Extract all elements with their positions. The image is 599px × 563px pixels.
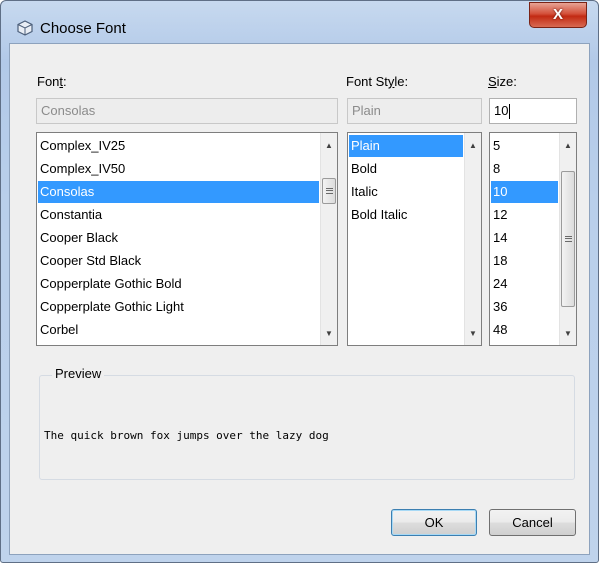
preview-text: The quick brown fox jumps over the lazy … [44,429,329,442]
scroll-down-arrow-icon[interactable]: ▼ [465,325,481,342]
font-style-list-item[interactable]: Plain [349,135,463,157]
app-cube-icon [17,20,33,36]
size-list[interactable]: 5 8 10 12 14 18 24 36 48 ▲ ▼ [489,132,577,346]
title-bar[interactable]: Choose Font X [1,1,598,43]
size-list-item[interactable]: 10 [491,181,558,203]
font-label: Font: [37,74,67,89]
choose-font-dialog: Choose Font X Font: Consolas Complex_IV2… [0,0,599,563]
font-list-item[interactable]: Cooper Black [38,227,319,249]
preview-group: Preview The quick brown fox jumps over t… [39,366,575,480]
scroll-up-arrow-icon[interactable]: ▲ [321,137,337,154]
size-list-item[interactable]: 48 [491,319,558,341]
scroll-up-arrow-icon[interactable]: ▲ [560,137,576,154]
font-style-label: Font Style: [346,74,409,89]
cancel-button[interactable]: Cancel [489,509,576,536]
font-list-item[interactable]: Complex_IV25 [38,135,319,157]
scroll-down-arrow-icon[interactable]: ▼ [560,325,576,342]
font-style-list-item[interactable]: Bold [349,158,463,180]
size-label: Size: [488,74,517,89]
size-list-item[interactable]: 18 [491,250,558,272]
close-icon: X [552,6,563,23]
font-style-list[interactable]: Plain Bold Italic Bold Italic ▲ ▼ [347,132,482,346]
size-list-item[interactable]: 14 [491,227,558,249]
style-list-scrollbar[interactable]: ▲ ▼ [464,133,481,345]
preview-legend: Preview [52,366,105,381]
size-scroll-thumb[interactable] [561,171,575,307]
font-style-list-item[interactable]: Bold Italic [349,204,463,226]
size-list-item[interactable]: 24 [491,273,558,295]
font-style-list-item[interactable]: Italic [349,181,463,203]
size-field[interactable]: 10 [489,98,577,124]
font-scroll-thumb[interactable] [322,178,336,204]
size-value: 10 [494,103,509,118]
font-style-field[interactable]: Plain [347,98,482,124]
scroll-up-arrow-icon[interactable]: ▲ [465,137,481,154]
scroll-down-arrow-icon[interactable]: ▼ [321,325,337,342]
font-name-field[interactable]: Consolas [36,98,338,124]
font-list-item[interactable]: Constantia [38,204,319,226]
dialog-body: Font: Consolas Complex_IV25 Complex_IV50 C… [9,43,590,555]
font-list-item[interactable]: Copperplate Gothic Bold [38,273,319,295]
font-list-scrollbar[interactable]: ▲ ▼ [320,133,337,345]
size-list-item[interactable]: 8 [491,158,558,180]
font-list-item[interactable]: Copperplate Gothic Light [38,296,319,318]
size-list-scrollbar[interactable]: ▲ ▼ [559,133,576,345]
close-button[interactable]: X [529,2,587,28]
font-list-item[interactable]: Corbel [38,319,319,341]
font-list[interactable]: Complex_IV25 Complex_IV50 Consolas Constant… [36,132,338,346]
size-list-item[interactable]: 36 [491,296,558,318]
font-list-item[interactable]: Cooper Std Black [38,250,319,272]
size-list-item[interactable]: 12 [491,204,558,226]
ok-button[interactable]: OK [391,509,477,536]
window-title: Choose Font [40,20,126,37]
size-list-item[interactable]: 5 [491,135,558,157]
font-list-item[interactable]: Consolas [38,181,319,203]
font-list-item[interactable]: Complex_IV50 [38,158,319,180]
